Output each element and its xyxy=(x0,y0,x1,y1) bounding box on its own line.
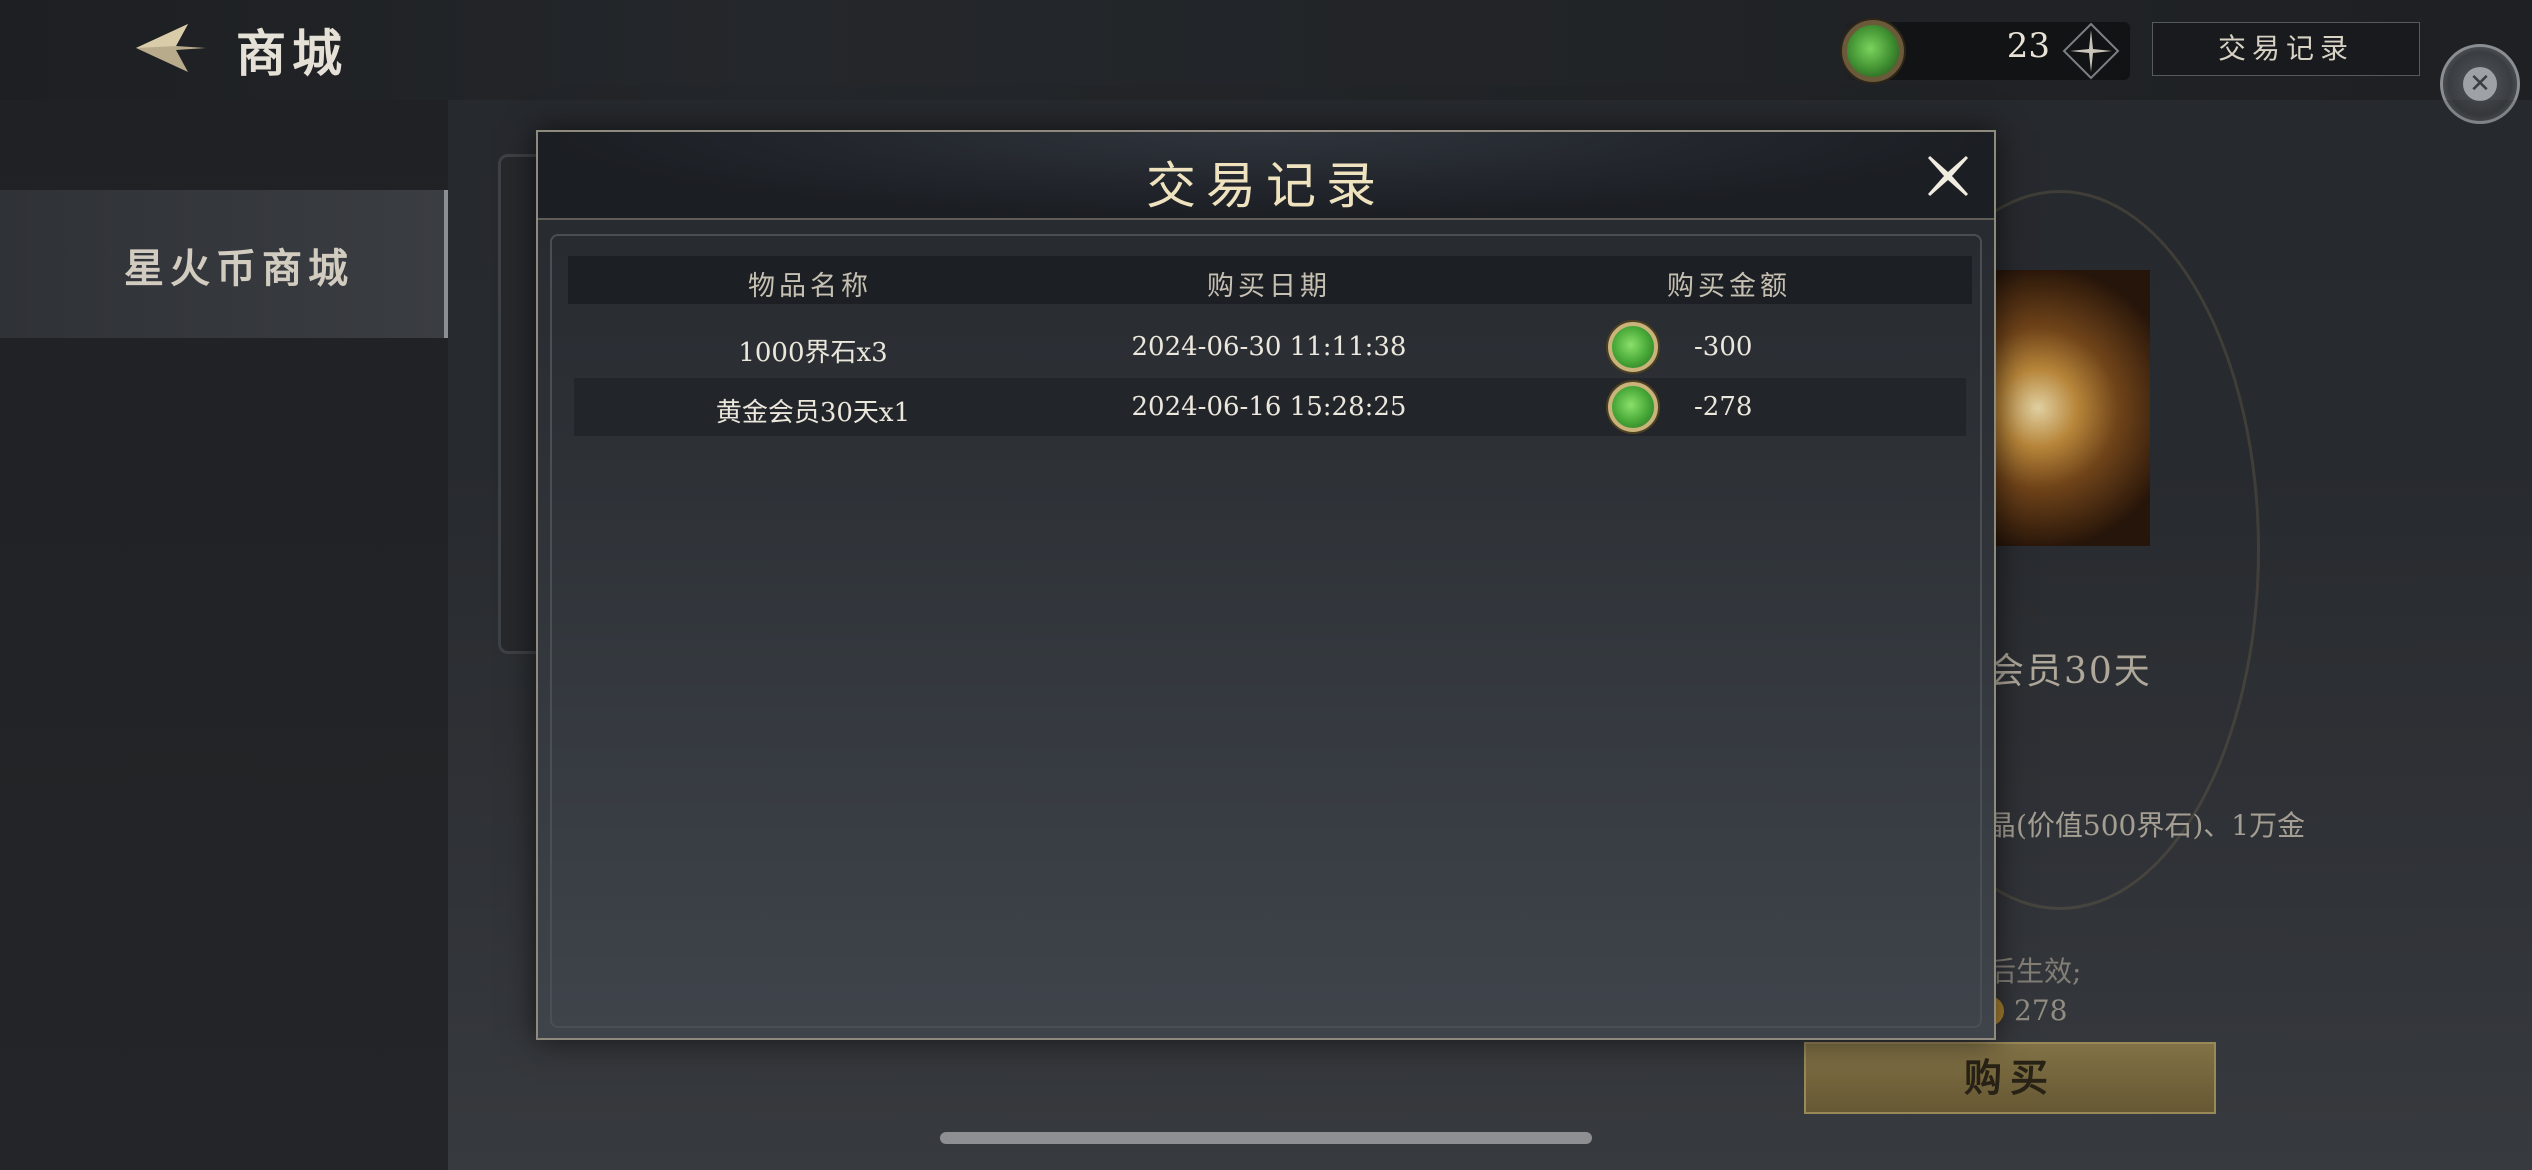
table-row: 1000界石x3 2024-06-30 11:11:38 -300 xyxy=(574,318,1966,376)
dialog-title: 交易记录 xyxy=(1146,157,1386,215)
back-arrow-icon[interactable] xyxy=(128,20,208,76)
purchase-amount: -300 xyxy=(1694,332,1753,362)
transaction-history-button[interactable]: 交易记录 xyxy=(2152,22,2420,76)
purchase-date: 2024-06-16 15:28:25 xyxy=(1131,392,1407,422)
purchase-date: 2024-06-30 11:11:38 xyxy=(1131,332,1407,362)
plus-icon[interactable] xyxy=(2062,22,2120,80)
close-icon: ✕ xyxy=(2463,67,2497,101)
transaction-table: 物品名称 购买日期 购买金额 1000界石x3 2024-06-30 11:11… xyxy=(550,234,1982,1028)
column-header-item-name: 物品名称 xyxy=(748,271,872,302)
column-header-amount: 购买金额 xyxy=(1667,271,1791,302)
close-icon[interactable] xyxy=(1924,152,1972,200)
top-bar: 商城 23 交易记录 xyxy=(0,0,2532,100)
item-name: 1000界石x3 xyxy=(738,338,888,368)
dialog-header: 交易记录 xyxy=(538,132,1994,220)
sidebar: 星火币商城 xyxy=(0,100,448,1170)
sidebar-item-label: 星火币商城 xyxy=(124,245,354,292)
table-header: 物品名称 购买日期 购买金额 xyxy=(568,256,1972,304)
sidebar-item-spark-coin-mall[interactable]: 星火币商城 xyxy=(0,190,448,338)
item-name: 黄金会员30天x1 xyxy=(715,398,911,428)
purchase-amount: -278 xyxy=(1694,392,1753,422)
column-header-purchase-date: 购买日期 xyxy=(1207,271,1331,302)
table-row: 黄金会员30天x1 2024-06-16 15:28:25 -278 xyxy=(574,378,1966,436)
page-title: 商城 xyxy=(236,24,348,83)
currency-amount: 23 xyxy=(2006,26,2050,66)
transaction-history-dialog: 交易记录 物品名称 购买日期 购买金额 1000界石x3 2024-06-30 … xyxy=(536,130,1996,1040)
star-coin-icon xyxy=(1608,322,1658,372)
star-coin-icon xyxy=(1842,20,1904,82)
star-coin-icon xyxy=(1608,382,1658,432)
